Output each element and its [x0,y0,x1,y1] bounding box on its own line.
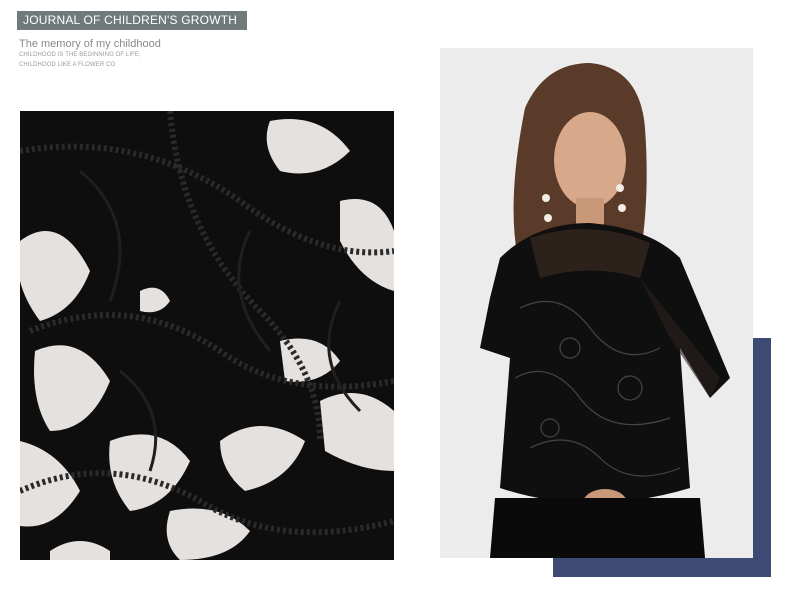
subtitle: The memory of my childhood [19,38,161,50]
banner-title: JOURNAL OF CHILDREN'S GROWTH [23,13,238,27]
model-image [440,48,753,558]
caption-line-1: CHILDHOOD IS THE BEGINNING OF LIFE, [19,52,141,58]
caption-line-2: CHILDHOOD LIKE A FLOWER CO [19,62,116,68]
header-banner: JOURNAL OF CHILDREN'S GROWTH [17,11,247,30]
lace-closeup-image [20,111,394,560]
